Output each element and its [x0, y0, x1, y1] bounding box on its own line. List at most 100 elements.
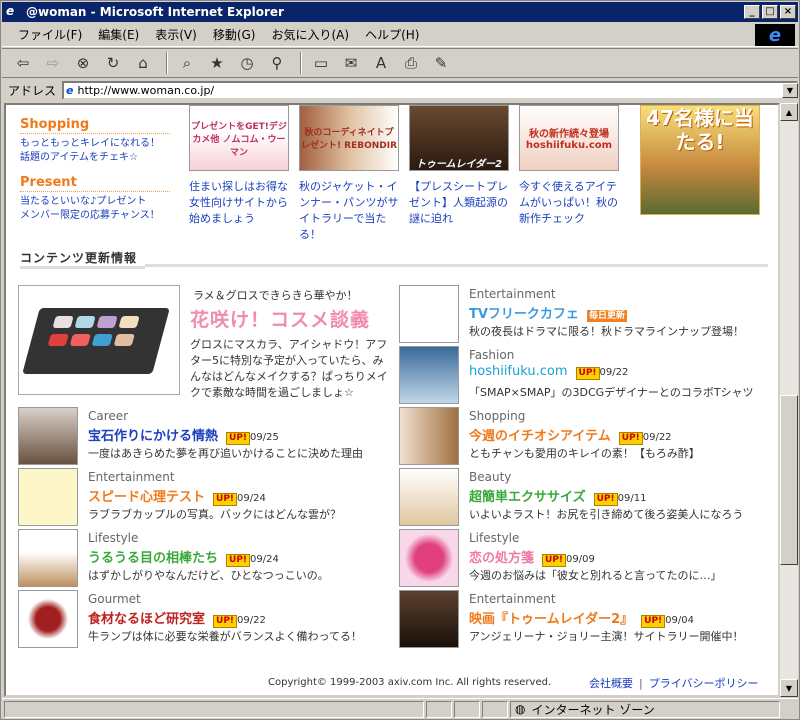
page-icon: e [66, 83, 74, 97]
scroll-down-icon[interactable]: ▼ [780, 679, 798, 697]
item-headline[interactable]: 映画『トゥームレイダー2』 UP! 09/04 [469, 608, 694, 628]
beauty-thumbnail[interactable] [399, 468, 459, 526]
stop-icon[interactable]: ⊗ [70, 51, 96, 75]
promo-image[interactable]: 秋のコーディネイトプレゼント! REBONDIR [299, 105, 399, 171]
feature-headline[interactable]: 花咲け！コスメ談義 [190, 305, 370, 332]
movie-thumbnail[interactable] [399, 590, 459, 648]
fullscreen-icon[interactable]: ▭ [308, 51, 334, 75]
item-headline[interactable]: うるうる目の相棒たち UP! 09/24 [88, 547, 279, 567]
search-icon[interactable]: ⌕ [174, 51, 200, 75]
address-input[interactable]: e http://www.woman.co.jp/ [62, 80, 798, 100]
privacy-link[interactable]: プライバシーポリシー [649, 677, 759, 690]
shopping-heading[interactable]: Shopping [20, 117, 170, 134]
promo-hoshiifuku[interactable]: 秋の新作続々登場 hoshiifuku.com 今すぐ使えるアイテムがいっぱい！… [519, 105, 623, 227]
menu-go[interactable]: 移動(G) [205, 24, 264, 45]
scroll-up-icon[interactable]: ▲ [780, 103, 798, 121]
promo-rebondir[interactable]: 秋のコーディネイトプレゼント! REBONDIR 秋のジャケット・インナー・パン… [299, 105, 403, 243]
history-icon[interactable]: ◷ [234, 51, 260, 75]
feature-cosme[interactable]: ラメ＆グロスできらきら華やか！ 花咲け！コスメ談義 グロスにマスカラ、アイシャド… [18, 285, 388, 401]
item-title[interactable]: スピード心理テスト [88, 490, 205, 505]
tvfreak-thumbnail[interactable] [399, 285, 459, 343]
promo-text[interactable]: 【プレスシートプレゼント】人類起源の謎に迫れ [409, 179, 513, 227]
promo-text[interactable]: 秋のジャケット・インナー・パンツがサイトラリーで当たる！ [299, 179, 403, 243]
item-title[interactable]: うるうる目の相棒たち [88, 551, 218, 566]
minimize-button[interactable]: _ [744, 5, 760, 19]
refresh-icon[interactable]: ↻ [100, 51, 126, 75]
item-headline[interactable]: 宝石作りにかける情熱 UP! 09/25 [88, 425, 279, 445]
heart-box-thumbnail[interactable] [399, 529, 459, 587]
content-item-shopping[interactable]: Shopping 今週のイチオシアイテム UP! 09/22 ともチャンも愛用のキレ… [399, 407, 778, 465]
content-item-tvfreak[interactable]: Entertainment TVフリークカフェ 毎日更新 秋の夜長はドラマに限る！… [399, 285, 778, 343]
present-heading[interactable]: Present [20, 175, 170, 192]
item-headline[interactable]: 超簡単エクササイズ UP! 09/11 [469, 486, 646, 506]
scroll-thumb[interactable] [780, 395, 798, 565]
item-title[interactable]: 恋の処方箋 [469, 551, 534, 566]
content-item-fashion[interactable]: Fashion hoshiifuku.com UP! 09/22 「SMAP×SMA… [399, 346, 778, 404]
edit-icon[interactable]: ✎ [428, 51, 454, 75]
promo-tombraider[interactable]: トゥームレイダー2 【プレスシートプレゼント】人類起源の謎に迫れ [409, 105, 513, 227]
vertical-scrollbar[interactable]: ▲ ▼ [780, 103, 798, 697]
mail-icon[interactable]: ✉ [338, 51, 364, 75]
item-title[interactable]: hoshiifuku.com [469, 364, 568, 379]
gourmet-thumbnail[interactable] [18, 590, 78, 648]
fashion-thumbnail[interactable] [399, 346, 459, 404]
content-item-lifestyle[interactable]: Lifestyle うるうる目の相棒たち UP! 09/24 はずかしがりやなんだけ… [18, 529, 398, 587]
cosmetics-palette-image[interactable] [18, 285, 180, 395]
print-icon[interactable]: ⎙ [398, 51, 424, 75]
back-arrow-icon[interactable]: ⇦ [10, 51, 36, 75]
section-bar: コンテンツ更新情報 [20, 249, 768, 269]
up-badge: UP! [542, 554, 567, 567]
item-title[interactable]: 宝石作りにかける情熱 [88, 429, 218, 444]
favorites-icon[interactable]: ★ [204, 51, 230, 75]
font-icon[interactable]: A [368, 51, 394, 75]
home-icon[interactable]: ⌂ [130, 51, 156, 75]
content-item-career[interactable]: Career 宝石作りにかける情熱 UP! 09/25 一度はあきらめた夢を再び追い… [18, 407, 398, 465]
maximize-button[interactable]: □ [762, 5, 778, 19]
item-category: Career [88, 409, 129, 423]
daily-update-badge: 毎日更新 [586, 310, 627, 322]
promo-image[interactable]: 秋の新作続々登場 hoshiifuku.com [519, 105, 619, 171]
item-title[interactable]: 映画『トゥームレイダー2』 [469, 612, 633, 627]
career-thumbnail[interactable] [18, 407, 78, 465]
menu-favorites[interactable]: お気に入り(A) [263, 24, 357, 45]
promo-text[interactable]: 住まい探しはお得な女性向けサイトから始めましょう [189, 179, 293, 227]
promo-image[interactable]: プレゼントをGET!デジカメ他 ノムコム・ウーマン [189, 105, 289, 171]
menu-help[interactable]: ヘルプ(H) [357, 24, 427, 45]
item-headline[interactable]: 恋の処方箋 UP! 09/09 [469, 547, 595, 567]
channels-icon[interactable]: ⚲ [264, 51, 290, 75]
content-item-love[interactable]: Lifestyle 恋の処方箋 UP! 09/09 今週のお悩みは「彼女と別れると言… [399, 529, 778, 587]
promo-nomucom[interactable]: プレゼントをGET!デジカメ他 ノムコム・ウーマン 住まい探しはお得な女性向けサ… [189, 105, 293, 227]
entertainment-thumbnail[interactable] [18, 468, 78, 526]
item-title[interactable]: TVフリークカフェ [469, 307, 579, 322]
item-description: アンジェリーナ・ジョリー主演！サイトラリー開催中！ [469, 630, 744, 643]
promo-image[interactable]: トゥームレイダー2 [409, 105, 509, 171]
promo-text[interactable]: 今すぐ使えるアイテムがいっぱい！秋の新作チェック [519, 179, 623, 227]
item-title[interactable]: 食材なるほど研究室 [88, 612, 205, 627]
item-title[interactable]: 今週のイチオシアイテム [469, 429, 611, 444]
item-headline[interactable]: 今週のイチオシアイテム UP! 09/22 [469, 425, 672, 445]
present-banner[interactable]: 47名様に当たる! [640, 105, 760, 215]
shopping-line-1[interactable]: もっともっとキレイになれる！ [20, 137, 180, 151]
present-line-2[interactable]: メンバー限定の応募チャンス！ [20, 209, 180, 223]
item-headline[interactable]: 食材なるほど研究室 UP! 09/22 [88, 608, 266, 628]
content-item-movie[interactable]: Entertainment 映画『トゥームレイダー2』 UP! 09/04 アンジェ… [399, 590, 778, 648]
close-button[interactable]: × [780, 5, 796, 19]
content-item-beauty[interactable]: Beauty 超簡単エクササイズ UP! 09/11 いよいよラスト！お尻を引き締め… [399, 468, 778, 526]
address-dropdown-icon[interactable]: ▼ [782, 82, 798, 98]
forward-arrow-icon[interactable]: ⇨ [40, 51, 66, 75]
content-item-gourmet[interactable]: Gourmet 食材なるほど研究室 UP! 09/22 牛ランプは体に必要な栄養がバ… [18, 590, 398, 648]
present-line-1[interactable]: 当たるといいな♪プレゼント [20, 195, 180, 209]
item-date: 09/11 [617, 493, 647, 504]
shopping-thumbnail[interactable] [399, 407, 459, 465]
item-headline[interactable]: スピード心理テスト UP! 09/24 [88, 486, 266, 506]
company-link[interactable]: 会社概要 [589, 677, 633, 690]
menu-file[interactable]: ファイル(F) [10, 24, 90, 45]
item-title[interactable]: 超簡単エクササイズ [469, 490, 586, 505]
content-item-entertainment[interactable]: Entertainment スピード心理テスト UP! 09/24 ラブラブカップル… [18, 468, 398, 526]
menu-view[interactable]: 表示(V) [147, 24, 205, 45]
lifestyle-dog-thumbnail[interactable] [18, 529, 78, 587]
item-headline[interactable]: hoshiifuku.com UP! 09/22 [469, 364, 628, 380]
menu-edit[interactable]: 編集(E) [90, 24, 147, 45]
shopping-line-2[interactable]: 話題のアイテムをチェキ☆ [20, 151, 180, 165]
item-headline[interactable]: TVフリークカフェ 毎日更新 [469, 303, 627, 322]
